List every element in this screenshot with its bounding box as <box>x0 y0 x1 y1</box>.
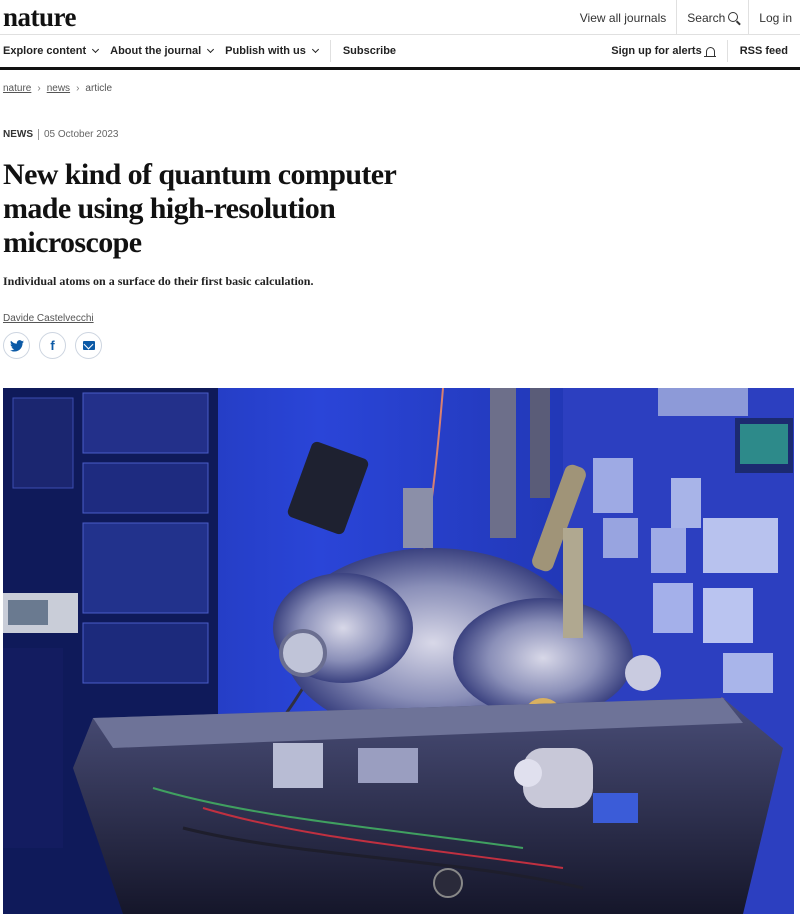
breadcrumb-separator: › <box>76 83 80 94</box>
top-links: View all journals Search Log in <box>570 0 800 35</box>
chevron-down-icon <box>311 45 319 53</box>
search-button[interactable]: Search <box>676 0 748 35</box>
article-standfirst: Individual atoms on a surface do their f… <box>3 274 314 288</box>
lab-equipment-photo <box>3 388 794 914</box>
login-link[interactable]: Log in <box>748 0 800 35</box>
article-type: NEWS <box>3 129 33 140</box>
nature-logo[interactable]: nature <box>3 2 77 33</box>
meta-divider <box>38 129 39 140</box>
nav-right: Sign up for alerts RSS feed <box>599 35 800 68</box>
breadcrumb-news[interactable]: news <box>47 83 70 94</box>
article-date: 05 October 2023 <box>44 129 119 140</box>
nav-about-journal[interactable]: About the journal <box>110 35 225 68</box>
search-icon <box>728 11 739 22</box>
nav-divider <box>329 40 331 62</box>
article-title: New kind of quantum computer made using … <box>3 158 396 259</box>
alerts-label: Sign up for alerts <box>611 45 702 57</box>
rss-feed-link[interactable]: RSS feed <box>728 35 800 68</box>
share-facebook-button[interactable]: f <box>39 332 66 359</box>
search-label: Search <box>687 10 726 25</box>
top-header: nature View all journals Search Log in <box>0 0 800 35</box>
breadcrumb-nature[interactable]: nature <box>3 83 31 94</box>
nav-publish[interactable]: Publish with us <box>225 35 330 68</box>
main-nav: Explore content About the journal Publis… <box>0 35 800 70</box>
chevron-down-icon <box>92 45 100 53</box>
facebook-icon: f <box>50 338 55 353</box>
article-meta: NEWS 05 October 2023 <box>3 129 119 140</box>
share-buttons: f <box>3 332 102 359</box>
breadcrumb: nature › news › article <box>3 83 112 94</box>
sign-up-alerts-button[interactable]: Sign up for alerts <box>599 35 726 68</box>
twitter-icon <box>9 339 24 352</box>
email-icon <box>82 341 95 350</box>
nav-explore-content[interactable]: Explore content <box>0 35 110 68</box>
nav-about-label: About the journal <box>110 45 202 57</box>
author-link[interactable]: Davide Castelvecchi <box>3 313 94 324</box>
nav-explore-label: Explore content <box>3 45 87 57</box>
breadcrumb-article: article <box>85 83 113 94</box>
share-twitter-button[interactable] <box>3 332 30 359</box>
nav-subscribe[interactable]: Subscribe <box>343 35 408 68</box>
hero-photo <box>3 388 794 914</box>
share-email-button[interactable] <box>75 332 102 359</box>
chevron-down-icon <box>207 45 215 53</box>
nav-publish-label: Publish with us <box>225 45 306 57</box>
breadcrumb-separator: › <box>37 83 41 94</box>
view-all-journals-link[interactable]: View all journals <box>570 0 677 35</box>
bell-icon <box>703 46 716 57</box>
